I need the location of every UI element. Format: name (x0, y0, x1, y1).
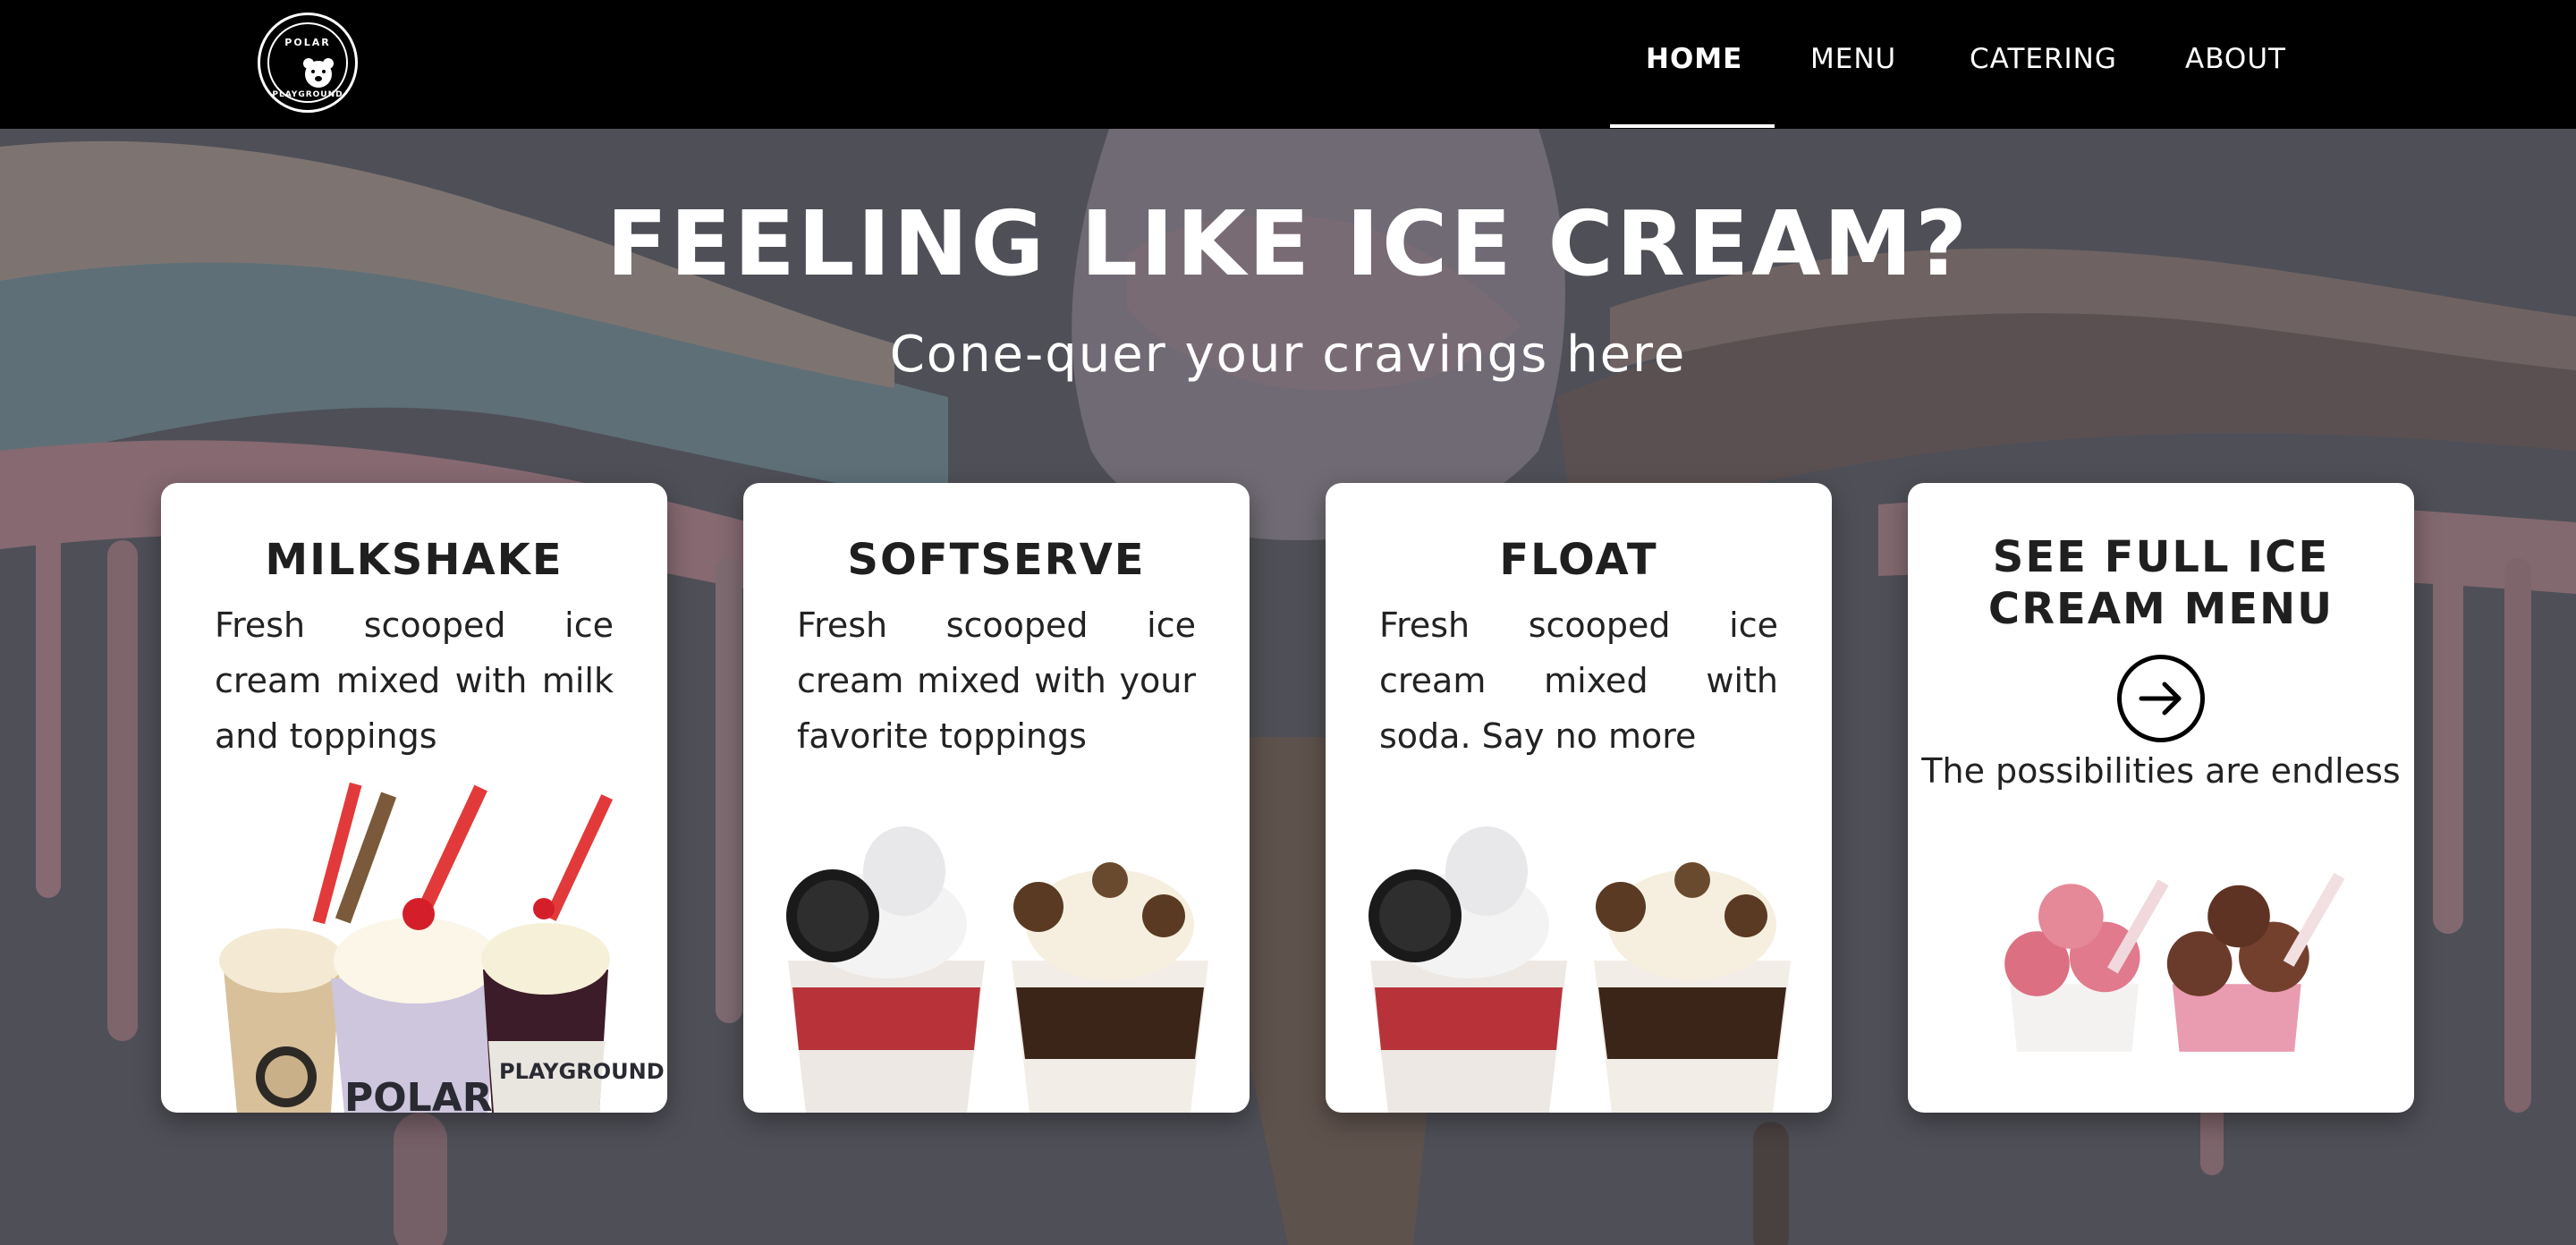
logo-text-bottom: PLAYGROUND (272, 90, 343, 99)
ice-cream-cups-image (2004, 872, 2345, 1052)
float-image (1368, 826, 1791, 1113)
softserve-card[interactable]: SOFTSERVE Fresh scooped ice cream mixed … (743, 483, 1250, 1113)
full-menu-card[interactable]: SEE FULL ICE CREAM MENU The possibilitie… (1908, 483, 2414, 1113)
nav-menu[interactable]: MENU (1810, 43, 1896, 75)
hero-title: FEELING LIKE ICE CREAM? (606, 191, 1970, 296)
cup-label: POLAR (344, 1075, 493, 1113)
card-title: SOFTSERVE (847, 535, 1146, 585)
float-card[interactable]: FLOAT Fresh scooped ice cream mixed with… (1326, 483, 1832, 1113)
nav-active-indicator (1610, 124, 1775, 128)
card-description: Fresh scooped ice cream mixed with soda.… (1379, 606, 1778, 756)
logo-text-top: POLAR (284, 37, 331, 48)
arrow-right-icon (2139, 682, 2182, 716)
hero-subtitle: Cone-quer your cravings here (889, 326, 1687, 384)
sundae-image (786, 826, 1208, 1113)
logo-ring: POLAR PLAYGROUND (267, 22, 348, 103)
card-description: Fresh scooped ice cream mixed with milk … (215, 606, 614, 756)
hero-section: FEELING LIKE ICE CREAM? Cone-quer your c… (0, 129, 2576, 1245)
card-title: SEE FULL ICE CREAM MENU (1987, 532, 2334, 634)
milkshake-card[interactable]: MILKSHAKE Fresh scooped ice cream mixed … (161, 483, 667, 1113)
card-title: FLOAT (1499, 535, 1658, 585)
card-title: MILKSHAKE (265, 535, 564, 585)
nav-about[interactable]: ABOUT (2185, 43, 2286, 75)
arrow-right-button[interactable] (2117, 655, 2205, 742)
cup-label-small: PLAYGROUND (499, 1059, 665, 1084)
top-navbar: POLAR PLAYGROUND HOME MENU CATERING ABOU… (0, 0, 2576, 129)
bear-icon (303, 58, 334, 88)
card-description: The possibilities are endless (1921, 751, 2401, 791)
nav-home[interactable]: HOME (1646, 43, 1742, 75)
card-description: Fresh scooped ice cream mixed with your … (797, 606, 1196, 756)
polar-playground-logo[interactable]: POLAR PLAYGROUND (258, 13, 358, 113)
milkshake-image: POLAR PLAYGROUND (219, 782, 665, 1113)
nav-catering[interactable]: CATERING (1970, 43, 2117, 75)
